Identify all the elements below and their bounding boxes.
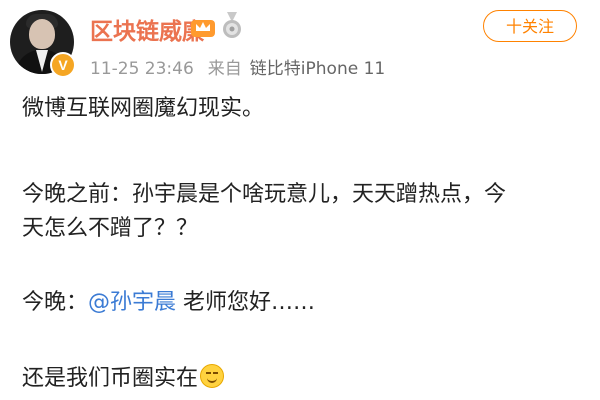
post-meta: 11-25 23:46 来自 链比特iPhone 11 bbox=[90, 54, 385, 79]
post-line-4-prefix: 今晚： bbox=[22, 290, 89, 315]
username[interactable]: 区块链威廉 bbox=[90, 12, 205, 46]
post-line-4-suffix: 老师您好…… bbox=[176, 290, 316, 315]
post-line-5: 还是我们币圈实在 bbox=[22, 362, 225, 396]
medal-icon[interactable] bbox=[222, 12, 242, 40]
post-line-5-text: 还是我们币圈实在 bbox=[22, 366, 199, 391]
post-line-2: 今晚之前：孙宇晨是个啥玩意儿，天天蹭热点，今 bbox=[22, 182, 507, 207]
post-line-4: 今晚：@孙宇晨 老师您好…… bbox=[22, 286, 315, 320]
smile-emoji-icon bbox=[200, 364, 225, 388]
post-line-1: 微博互联网圈魔幻现实。 bbox=[22, 96, 265, 121]
crown-membership-icon[interactable] bbox=[190, 16, 216, 38]
post-time[interactable]: 11-25 23:46 bbox=[90, 59, 194, 79]
verified-v-icon: V bbox=[50, 52, 76, 78]
mention-link[interactable]: @孙宇晨 bbox=[88, 290, 176, 315]
post-source[interactable]: 链比特iPhone 11 bbox=[250, 59, 385, 79]
post-line-3: 天怎么不蹭了？？ bbox=[22, 216, 199, 241]
follow-button[interactable]: 十关注 bbox=[483, 10, 577, 42]
from-label: 来自 bbox=[207, 59, 242, 79]
avatar-face bbox=[29, 19, 55, 49]
